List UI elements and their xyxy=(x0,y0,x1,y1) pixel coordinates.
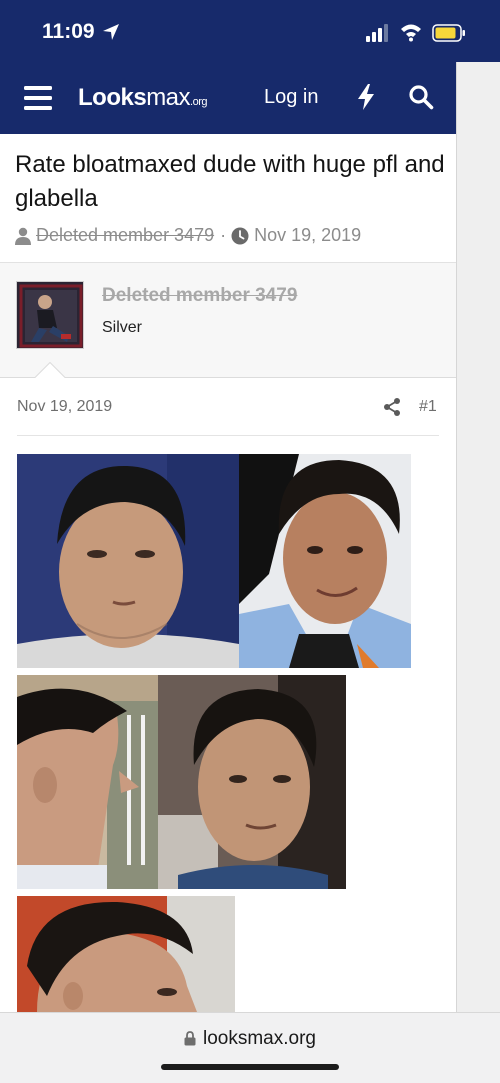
photo-profile-cropped xyxy=(17,896,235,1012)
post-header-divider xyxy=(17,435,439,436)
post-author-block: Deleted member 3479 Silver xyxy=(0,262,456,378)
post-photo[interactable] xyxy=(17,896,235,1012)
site-navbar: Looksmax.org Log in xyxy=(0,62,456,134)
clock-icon xyxy=(231,227,249,244)
photo-face-smiling xyxy=(239,454,411,668)
browser-bottom-bar: looksmax.org xyxy=(0,1012,500,1083)
user-icon xyxy=(15,227,31,245)
home-indicator[interactable] xyxy=(161,1064,339,1070)
logo-org-text: .org xyxy=(190,96,207,108)
status-time: 11:09 xyxy=(42,20,95,43)
photo-face-frontal-pillow xyxy=(17,454,239,668)
post-photo[interactable] xyxy=(17,675,158,889)
post-author-rank: Silver xyxy=(102,319,143,336)
search-icon[interactable] xyxy=(408,84,434,110)
photo-face-three-quarter xyxy=(158,675,346,889)
author-avatar[interactable] xyxy=(16,281,84,349)
thread-content: Rate bloatmaxed dude with huge pfl and g… xyxy=(0,134,456,1012)
status-bar: 11:09 xyxy=(0,0,500,62)
site-logo[interactable]: Looksmax.org xyxy=(78,84,207,112)
thread-author-link[interactable]: Deleted member 3479 xyxy=(36,225,214,246)
photo-profile-outdoor xyxy=(17,675,158,889)
share-icon[interactable] xyxy=(382,397,402,417)
menu-icon[interactable] xyxy=(24,86,52,110)
post-number-link[interactable]: #1 xyxy=(419,398,437,416)
post-author-name[interactable]: Deleted member 3479 xyxy=(102,285,297,307)
location-arrow-icon xyxy=(103,24,119,40)
logo-main-text: Looks xyxy=(78,84,147,111)
meta-separator: · xyxy=(220,225,227,245)
page-side-gutter xyxy=(456,62,500,1012)
logo-max-text: max xyxy=(146,84,191,111)
wifi-icon xyxy=(401,24,421,42)
avatar-image xyxy=(17,282,83,348)
thread-meta: Deleted member 3479 · Nov 19, 2019 xyxy=(15,225,361,246)
login-link[interactable]: Log in xyxy=(264,86,319,109)
battery-icon xyxy=(432,24,465,42)
post-date[interactable]: Nov 19, 2019 xyxy=(17,398,112,416)
lock-icon xyxy=(184,1031,196,1046)
thread-date[interactable]: Nov 19, 2019 xyxy=(254,225,361,246)
whats-new-bolt-icon[interactable] xyxy=(356,84,376,110)
author-block-pointer xyxy=(34,362,66,379)
post-photo[interactable] xyxy=(239,454,411,668)
post-photo[interactable] xyxy=(17,454,239,668)
post-photo[interactable] xyxy=(158,675,346,889)
address-bar-url[interactable]: looksmax.org xyxy=(203,1028,316,1050)
thread-title: Rate bloatmaxed dude with huge pfl and g… xyxy=(15,151,445,212)
cellular-signal-icon xyxy=(366,24,388,42)
